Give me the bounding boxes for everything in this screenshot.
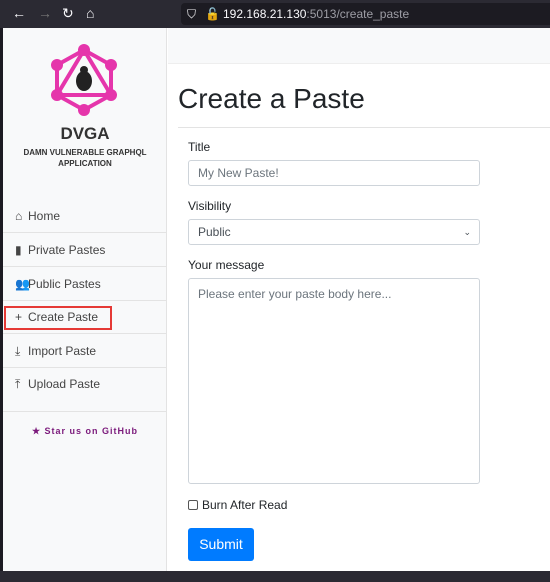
sidebar-item-private-pastes[interactable]: ▮ Private Pastes — [3, 234, 167, 267]
bottom-bar — [0, 571, 550, 582]
home-icon: ⌂ — [15, 209, 23, 223]
selection-highlight — [4, 306, 112, 330]
message-label: Your message — [188, 258, 265, 272]
download-icon: ⤓ — [15, 344, 21, 358]
message-textarea[interactable]: Please enter your paste body here... — [188, 278, 480, 484]
divider — [178, 127, 550, 128]
clipboard-icon: ▮ — [15, 243, 22, 257]
reload-icon[interactable]: ↻ — [62, 5, 74, 22]
burn-label: Burn After Read — [202, 498, 288, 512]
forward-icon[interactable]: → — [38, 5, 52, 21]
sidebar: DVGA DAMN VULNERABLE GRAPHQL APPLICATION… — [3, 28, 167, 571]
users-icon: 👥 — [15, 277, 30, 291]
github-label: Star us on GitHub — [44, 426, 139, 436]
insecure-lock-icon: 🔓 — [205, 7, 220, 21]
page: DVGA DAMN VULNERABLE GRAPHQL APPLICATION… — [3, 28, 550, 571]
sidebar-item-upload-paste[interactable]: ⤒ Upload Paste — [3, 368, 167, 412]
chevron-down-icon: ⌄ — [463, 227, 471, 237]
submit-button[interactable]: Submit — [188, 528, 254, 561]
github-link[interactable]: ★ Star us on GitHub — [3, 426, 167, 437]
sidebar-item-label: Upload Paste — [28, 377, 101, 391]
shield-icon: ⛉ — [187, 7, 197, 21]
browser-toolbar: ← → ↻ ⌂ ⛉ 🔓 192.168.21.130:5013/create_p… — [0, 0, 550, 28]
sidebar-item-label: Public Pastes — [28, 277, 101, 291]
message-placeholder: Please enter your paste body here... — [198, 287, 392, 301]
visibility-select[interactable]: Public ⌄ — [188, 219, 480, 245]
sidebar-item-label: Home — [28, 209, 61, 223]
sidebar-item-label: Import Paste — [28, 344, 97, 358]
sidebar-item-label: Private Pastes — [28, 243, 106, 257]
brand-subtitle-2: APPLICATION — [58, 159, 112, 168]
star-icon: ★ — [31, 426, 45, 436]
page-title: Create a Paste — [178, 83, 365, 114]
brand-name: DVGA — [60, 124, 110, 143]
dvga-logo — [51, 44, 117, 116]
top-bar — [168, 28, 550, 64]
home-icon[interactable]: ⌂ — [86, 5, 94, 21]
title-placeholder: My New Paste! — [198, 166, 279, 180]
back-icon[interactable]: ← — [12, 5, 26, 21]
url-bar[interactable]: ⛉ 🔓 192.168.21.130:5013/create_paste — [181, 3, 550, 25]
url-host: 192.168.21.130 — [223, 7, 307, 21]
sidebar-item-import-paste[interactable]: ⤓ Import Paste — [3, 335, 167, 368]
visibility-label: Visibility — [188, 199, 232, 213]
brand-subtitle: DAMN VULNERABLE GRAPHQL — [23, 148, 147, 157]
sidebar-item-home[interactable]: ⌂ Home — [3, 200, 167, 233]
burn-checkbox[interactable] — [188, 500, 198, 510]
upload-icon: ⤒ — [15, 377, 21, 391]
sidebar-item-public-pastes[interactable]: 👥Public Pastes — [3, 268, 167, 301]
burn-after-read[interactable]: Burn After Read — [188, 498, 287, 512]
url-path: :5013/create_paste — [306, 7, 410, 21]
visibility-value: Public — [198, 225, 231, 239]
title-input[interactable]: My New Paste! — [188, 160, 480, 186]
title-label: Title — [188, 140, 211, 154]
